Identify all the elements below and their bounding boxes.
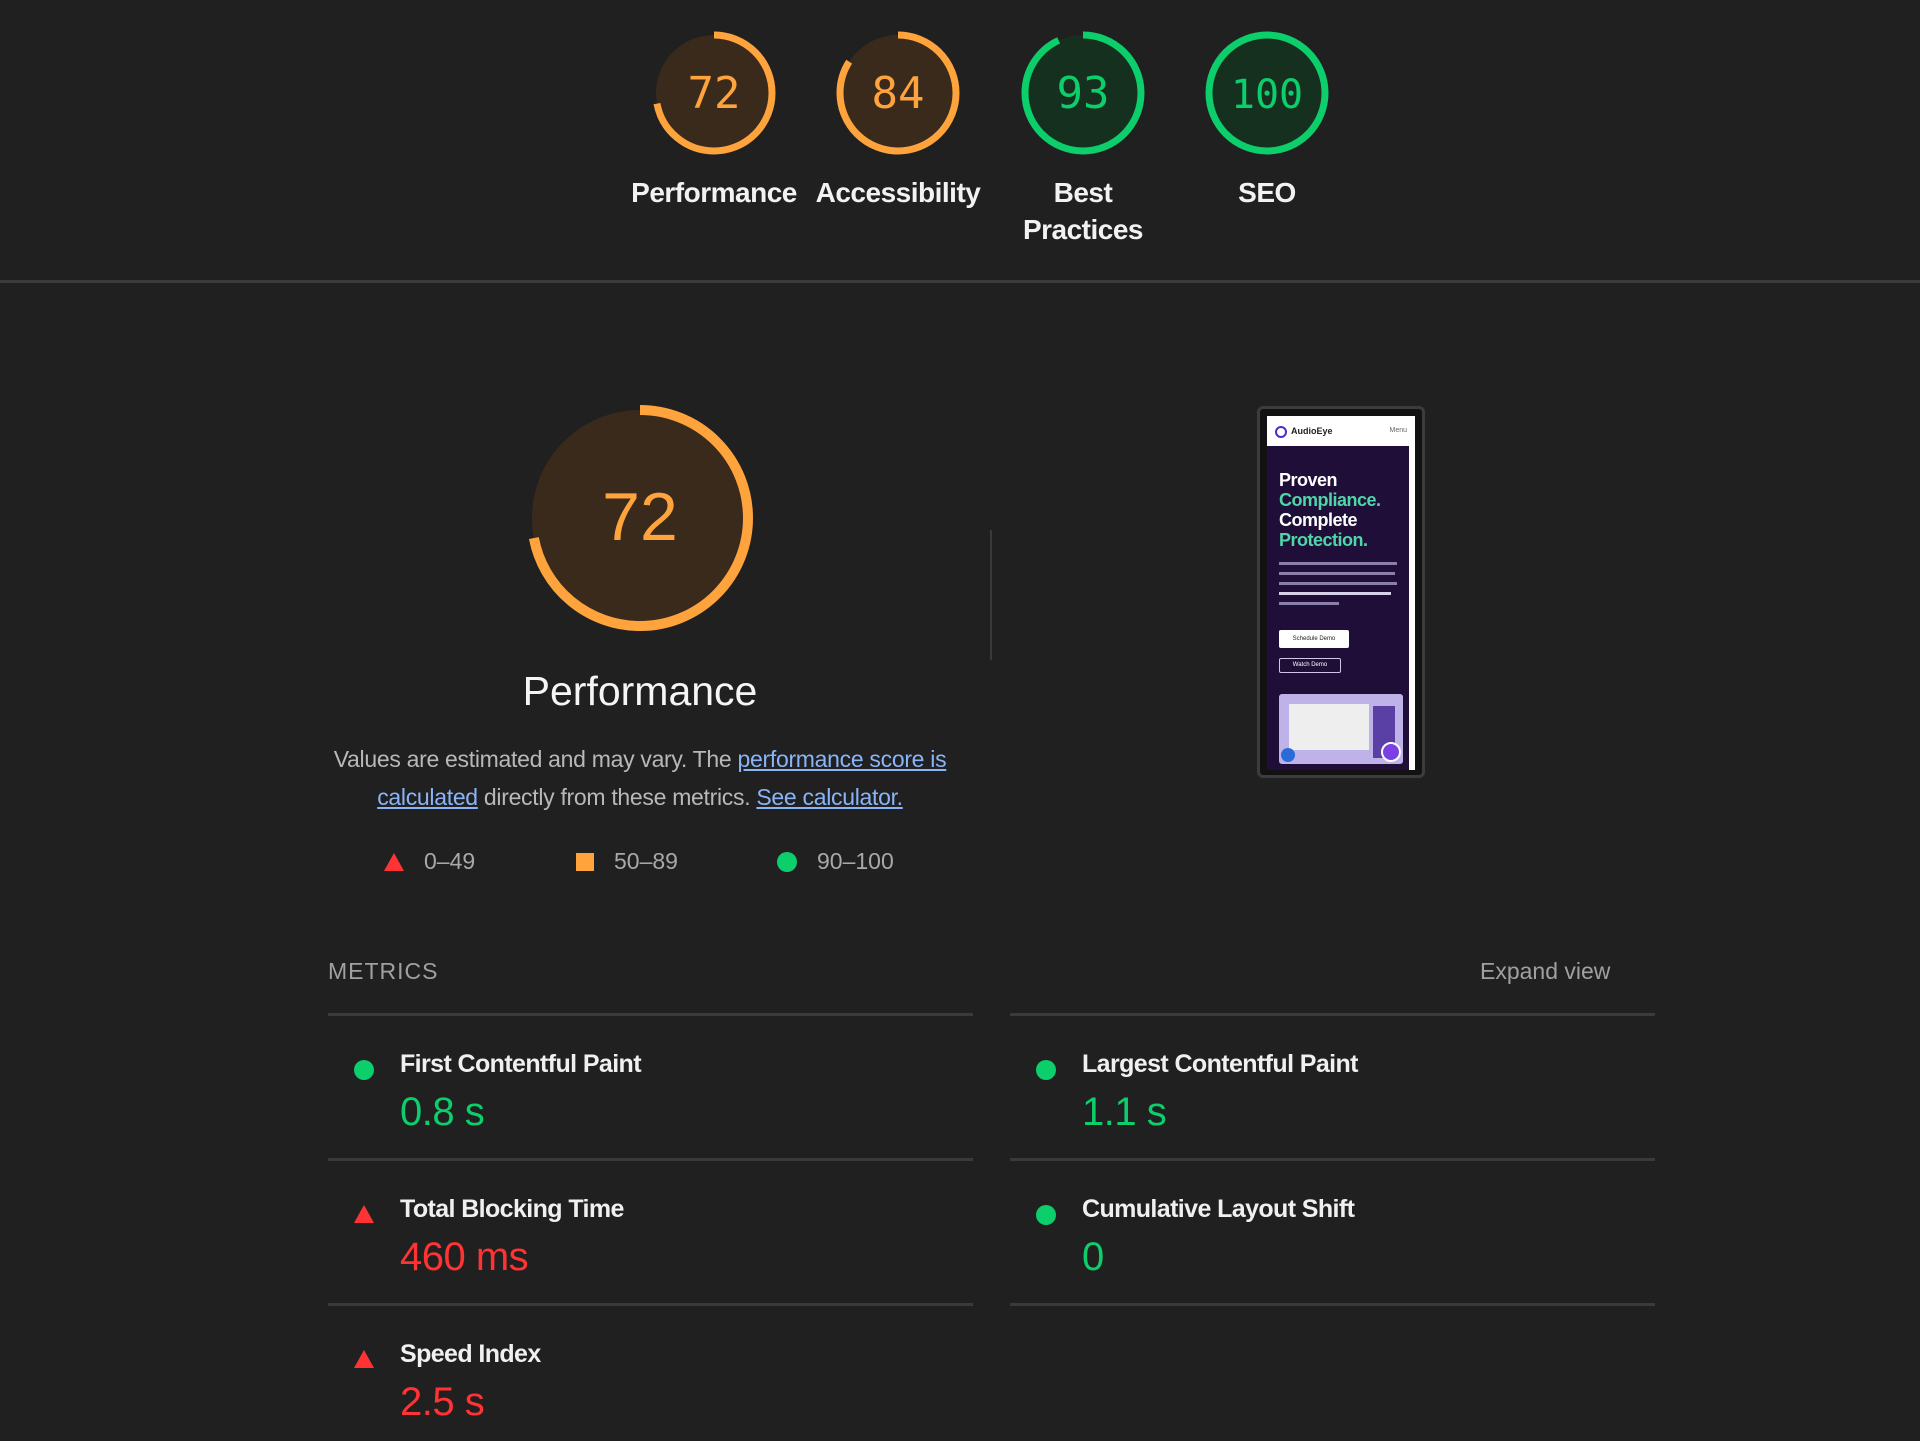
metric-speed-index: Speed Index 2.5 s xyxy=(328,1330,968,1441)
thumb-text-line xyxy=(1279,592,1391,595)
gauge-score: 93 xyxy=(1057,68,1110,119)
metric-name: Largest Contentful Paint xyxy=(1082,1050,1358,1078)
gauge-ring: 100 xyxy=(1205,31,1329,155)
gauge-label: Accessibility xyxy=(815,177,981,208)
thumb-button: Watch Demo xyxy=(1279,658,1341,673)
green-circle-icon xyxy=(354,1060,374,1080)
gauge-seo[interactable]: 100 SEO xyxy=(1177,28,1357,211)
metric-name: Total Blocking Time xyxy=(400,1195,624,1223)
legend-poor: 0–49 xyxy=(384,848,475,875)
metric-value: 0 xyxy=(1082,1235,1104,1279)
thumb-menu: Menu xyxy=(1389,427,1407,434)
gauge-label-line: Practices xyxy=(1022,214,1144,245)
metrics-divider xyxy=(1010,1158,1655,1161)
screenshot-content: AudioEye Menu Proven Compliance. Complet… xyxy=(1267,416,1415,770)
expand-view-toggle[interactable]: Expand view xyxy=(1480,958,1610,985)
gauge-accessibility[interactable]: 84 Accessibility xyxy=(808,28,988,211)
gauge-performance[interactable]: 72 Performance xyxy=(624,28,804,211)
legend-range: 50–89 xyxy=(614,848,678,874)
green-circle-icon xyxy=(1036,1205,1056,1225)
metric-value: 0.8 s xyxy=(400,1090,485,1134)
gauge-score: 72 xyxy=(688,68,741,119)
red-triangle-icon xyxy=(354,1205,374,1223)
gauge-score: 84 xyxy=(872,68,925,119)
thumb-text-line xyxy=(1279,602,1339,605)
thumb-headline: Proven Compliance. Complete Protection. xyxy=(1279,470,1381,550)
gauge-label: Performance xyxy=(631,177,797,208)
red-triangle-icon xyxy=(354,1350,374,1368)
score-summary: 72 Performance 84 Accessibility 93 Best … xyxy=(0,0,1920,282)
section-divider xyxy=(0,280,1920,283)
thumb-scrollbar xyxy=(1409,446,1415,770)
see-calculator-link[interactable]: See calculator. xyxy=(756,784,903,810)
metric-name: Speed Index xyxy=(400,1340,541,1368)
vertical-divider xyxy=(990,530,992,660)
accessibility-icon xyxy=(1281,748,1295,762)
legend-average: 50–89 xyxy=(576,848,678,875)
red-triangle-icon xyxy=(384,852,404,871)
thumb-text-line xyxy=(1279,572,1395,575)
gauge-label-line: Best xyxy=(1053,177,1113,208)
thumb-hero-image xyxy=(1279,694,1403,764)
legend-range: 90–100 xyxy=(817,848,894,874)
metrics-divider xyxy=(1010,1303,1655,1306)
metrics-divider xyxy=(328,1013,973,1016)
gauge-ring: 72 xyxy=(652,31,776,155)
metric-value: 1.1 s xyxy=(1082,1090,1167,1134)
performance-title: Performance xyxy=(522,668,758,714)
performance-gauge-large: 72 xyxy=(520,398,760,643)
score-legend: 0–49 50–89 90–100 xyxy=(380,848,940,878)
thumb-image-panel xyxy=(1289,704,1369,750)
thumb-navbar: AudioEye Menu xyxy=(1267,416,1415,446)
shield-badge-icon xyxy=(1381,742,1401,762)
metric-value: 460 ms xyxy=(400,1235,529,1279)
brand-logo-icon xyxy=(1275,426,1287,438)
performance-description: Values are estimated and may vary. The p… xyxy=(320,740,960,816)
thumb-text-line xyxy=(1279,582,1397,585)
green-circle-icon xyxy=(1036,1060,1056,1080)
thumb-text-line xyxy=(1279,562,1397,565)
gauge-best-practices[interactable]: 93 Best Practices xyxy=(993,28,1173,248)
gauge-label: SEO xyxy=(1238,177,1296,208)
orange-square-icon xyxy=(576,852,594,871)
gauge-score: 100 xyxy=(1231,72,1303,118)
green-circle-icon xyxy=(777,851,797,872)
final-screenshot-thumbnail[interactable]: AudioEye Menu Proven Compliance. Complet… xyxy=(1257,406,1425,778)
legend-range: 0–49 xyxy=(424,848,476,874)
metrics-divider xyxy=(328,1303,973,1306)
thumb-brand: AudioEye xyxy=(1291,426,1333,436)
metrics-divider xyxy=(1010,1013,1655,1016)
metrics-divider xyxy=(328,1158,973,1161)
headline-line: Protection. xyxy=(1279,530,1368,550)
desc-text: directly from these metrics. xyxy=(477,784,757,810)
headline-line: Compliance. xyxy=(1279,490,1381,510)
gauge-ring: 93 xyxy=(1021,31,1145,155)
metric-value: 2.5 s xyxy=(400,1380,485,1424)
thumb-button: Schedule Demo xyxy=(1279,630,1349,648)
gauge-ring: 84 xyxy=(836,31,960,155)
desc-text: Values are estimated and may vary. The xyxy=(333,746,738,772)
gauge-ring: 72 xyxy=(527,405,753,631)
headline-line: Proven xyxy=(1279,470,1338,490)
metrics-heading: METRICS xyxy=(328,958,439,984)
headline-line: Complete xyxy=(1279,510,1358,530)
metric-name: First Contentful Paint xyxy=(400,1050,642,1078)
gauge-label: Best Practices xyxy=(993,174,1173,248)
legend-good: 90–100 xyxy=(777,848,894,875)
metric-name: Cumulative Layout Shift xyxy=(1082,1195,1355,1223)
performance-score: 72 xyxy=(602,479,678,555)
